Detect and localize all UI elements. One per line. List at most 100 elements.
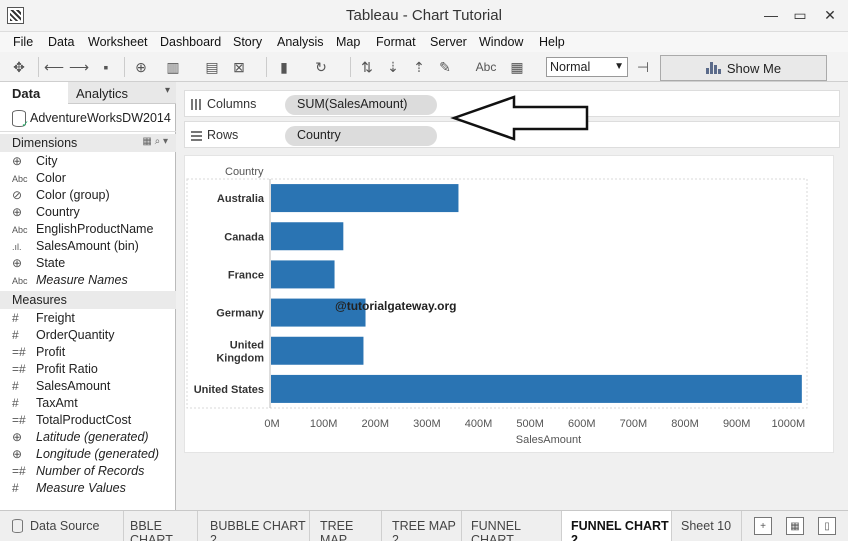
new-worksheet-icon[interactable]: ▥ (164, 58, 182, 76)
menu-data[interactable]: Data (48, 35, 74, 49)
pause-updates-icon[interactable]: ▮ (275, 58, 293, 76)
abc-icon: Abc (12, 225, 28, 235)
refresh-icon[interactable]: ↻ (312, 58, 330, 76)
tab-data[interactable]: Data (0, 82, 68, 104)
duplicate-sheet-icon[interactable]: ▤ (203, 58, 221, 76)
show-me-button[interactable]: Show Me (660, 55, 827, 81)
rows-pill[interactable]: Country (285, 126, 437, 146)
field-label: City (36, 154, 58, 168)
sort-descending-icon[interactable]: ⇡ (410, 58, 428, 76)
hash-icon: # (12, 481, 19, 495)
category-label: Kingdom (216, 352, 264, 364)
tab-analytics-label: Analytics (76, 86, 129, 101)
field-label: State (36, 256, 66, 270)
field-label: TaxAmt (36, 396, 78, 410)
tableau-logo-icon[interactable]: ✥ (10, 58, 28, 76)
redo-icon[interactable]: ⟶ (69, 58, 89, 76)
field-label: SalesAmount (bin) (36, 239, 139, 253)
sheet-tab-bubble-chart-2[interactable]: BUBBLE CHART 2 (198, 511, 310, 541)
columns-pill[interactable]: SUM(SalesAmount) (285, 95, 437, 115)
x-tick-label: 1000M (772, 418, 806, 430)
field-color-group[interactable]: ⊘ Color (group) (12, 188, 174, 205)
hash-icon: # (12, 328, 19, 342)
new-data-source-icon[interactable]: ⊕ (132, 58, 150, 76)
x-tick-label: 300M (413, 418, 441, 430)
field-latitude-generated[interactable]: ⊕ Latitude (generated) (12, 430, 174, 447)
x-tick-label: 500M (516, 418, 544, 430)
pin-icon[interactable]: ⊣ (634, 58, 652, 76)
close-icon[interactable]: ✕ (816, 4, 844, 26)
menu-window[interactable]: Window (479, 35, 523, 49)
columns-icon (191, 99, 202, 110)
field-city[interactable]: ⊕ City (12, 154, 174, 171)
watermark: @tutorialgateway.org (335, 299, 457, 313)
x-tick-label: 900M (723, 418, 751, 430)
sheet-tab-funnel-chart[interactable]: FUNNEL CHART (462, 511, 562, 541)
field-orderquantity[interactable]: # OrderQuantity (12, 328, 174, 345)
field-country[interactable]: ⊕ Country (12, 205, 174, 222)
swap-rows-columns-icon[interactable]: ⇅ (358, 58, 376, 76)
category-label: Canada (224, 231, 265, 243)
field-totalproductcost[interactable]: =# TotalProductCost (12, 413, 174, 430)
new-worksheet-icon[interactable]: + (754, 517, 772, 535)
calc-hash-icon: =# (12, 345, 26, 359)
menu-dashboard[interactable]: Dashboard (160, 35, 221, 49)
sheet-tab-bubble-chart[interactable]: BBLE CHART (124, 511, 198, 541)
field-freight[interactable]: # Freight (12, 311, 174, 328)
chart-view: Country Australia Canada France Germany Unite… (184, 155, 834, 453)
field-color[interactable]: Abc Color (12, 171, 174, 188)
field-state[interactable]: ⊕ State (12, 256, 174, 273)
clear-sheet-icon[interactable]: ⊠ (230, 58, 248, 76)
save-icon[interactable]: ▪ (97, 58, 115, 76)
field-profit-ratio[interactable]: =# Profit Ratio (12, 362, 174, 379)
data-source-tab[interactable]: Data Source (0, 511, 124, 541)
sheet-tab-tree-map[interactable]: TREE MAP (310, 511, 382, 541)
minimize-icon[interactable]: — (757, 4, 785, 26)
fit-select[interactable]: Normal ▼ (546, 57, 628, 77)
field-measure-names[interactable]: Abc Measure Names (12, 273, 174, 290)
data-source-item[interactable]: AdventureWorksDW2014 (0, 104, 176, 132)
menu-worksheet[interactable]: Worksheet (88, 35, 148, 49)
field-label: Freight (36, 311, 75, 325)
undo-icon[interactable]: ⟵ (44, 58, 64, 76)
globe-icon: ⊕ (12, 205, 23, 219)
columns-shelf-label: Columns (207, 97, 257, 111)
menu-file[interactable]: File (13, 35, 33, 49)
field-number-of-records[interactable]: =# Number of Records (12, 464, 174, 481)
menu-analysis[interactable]: Analysis (277, 35, 324, 49)
sheet-tab-tree-map-2[interactable]: TREE MAP 2 (382, 511, 462, 541)
highlight-icon[interactable]: ✎ (436, 58, 454, 76)
bar (271, 222, 344, 251)
field-taxamt[interactable]: # TaxAmt (12, 396, 174, 413)
pane-menu-icon[interactable]: ▾ (165, 85, 170, 96)
field-profit[interactable]: =# Profit (12, 345, 174, 362)
rows-icon (191, 130, 202, 141)
tab-analytics[interactable]: Analytics ▾ (68, 82, 176, 104)
field-label: Profit (36, 345, 66, 359)
menu-format[interactable]: Format (376, 35, 416, 49)
field-englishproductname[interactable]: Abc EnglishProductName (12, 222, 174, 239)
field-salesamount-bin[interactable]: .ıl. SalesAmount (bin) (12, 239, 174, 256)
menu-help[interactable]: Help (539, 35, 565, 49)
menu-story[interactable]: Story (233, 35, 262, 49)
show-mark-labels-button[interactable]: Abc (472, 58, 500, 76)
field-salesamount[interactable]: # SalesAmount (12, 379, 174, 396)
field-longitude-generated[interactable]: ⊕ Longitude (generated) (12, 447, 174, 464)
sheet-tab-sheet-10[interactable]: Sheet 10 (672, 511, 742, 541)
menu-server[interactable]: Server (430, 35, 467, 49)
sheet-tab-bar: Data Source BBLE CHART BUBBLE CHART 2 TR… (0, 510, 848, 541)
chart-options-icon[interactable]: ▦ (508, 58, 526, 76)
new-dashboard-icon[interactable]: ▦ (786, 517, 804, 535)
sort-ascending-icon[interactable]: ⇣ (384, 58, 402, 76)
sheet-tab-funnel-chart-2[interactable]: FUNNEL CHART 2 (562, 511, 672, 541)
x-tick-label: 600M (568, 418, 596, 430)
menu-map[interactable]: Map (336, 35, 360, 49)
field-label: Country (36, 205, 80, 219)
x-tick-label: 200M (362, 418, 390, 430)
bar (271, 374, 802, 403)
new-story-icon[interactable]: ▯ (818, 517, 836, 535)
field-measure-values[interactable]: # Measure Values (12, 481, 174, 498)
search-icon[interactable]: ▦ ⌕ ▾ (142, 136, 168, 147)
maximize-icon[interactable]: ▭ (786, 4, 814, 26)
window-title: Tableau - Chart Tutorial (346, 7, 502, 24)
